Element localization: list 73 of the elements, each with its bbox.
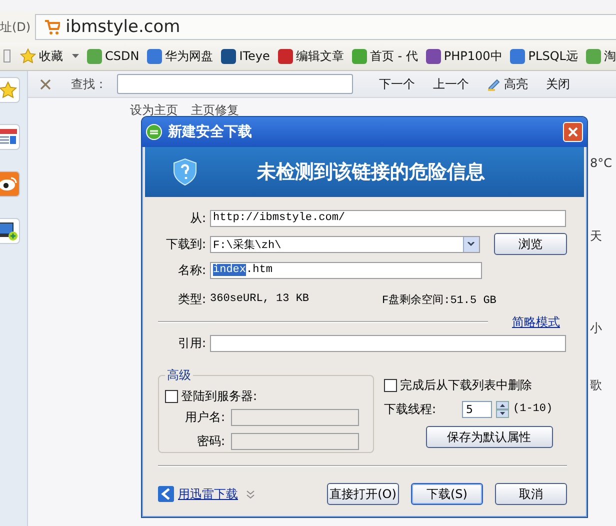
field-label: 用户名: <box>184 408 225 426</box>
bookmark-link[interactable]: ITeye <box>221 48 270 64</box>
bookmark-link[interactable]: 编辑文章 <box>278 48 344 64</box>
news-button[interactable] <box>0 124 20 150</box>
page-text: 8°C <box>590 156 614 170</box>
folder-dropdown[interactable]: F:\采集\zh\ <box>210 236 480 252</box>
dialog-title: 新建安全下载 <box>168 123 253 141</box>
cart-icon <box>44 19 60 35</box>
find-button[interactable]: 高亮 <box>483 76 532 92</box>
chevron-icon <box>467 242 476 246</box>
find-button[interactable]: 上一个 <box>429 76 473 92</box>
field-label: 下载线程: <box>384 400 438 418</box>
star-icon <box>20 48 36 64</box>
username-field[interactable] <box>231 408 359 426</box>
bookmark-link[interactable]: 华为网盘 <box>147 48 214 64</box>
browse-button[interactable]: 浏览 <box>494 233 567 255</box>
simple-mode-link[interactable]: 简略模式 <box>512 314 560 330</box>
threads-field[interactable]: 5 <box>462 400 492 418</box>
pencil-icon <box>487 77 501 91</box>
field-label: 引用: <box>176 334 206 352</box>
favorites-button[interactable] <box>0 77 20 103</box>
caret-icon <box>72 54 79 58</box>
laptop-icon <box>0 221 18 241</box>
find-field[interactable] <box>117 74 353 94</box>
bookmark-link[interactable]: PHP100中 <box>426 48 502 64</box>
group-title: 高级 <box>166 367 192 384</box>
bookmark-link[interactable]: CSDN <box>87 48 140 64</box>
find-label: 查找： <box>71 76 107 92</box>
save-default-button[interactable]: 保存为默认属性 <box>426 426 553 448</box>
field-label: 密码: <box>196 432 225 450</box>
expand-icon[interactable] <box>246 490 255 498</box>
back-icon[interactable] <box>2 48 12 64</box>
eye-icon <box>0 177 17 191</box>
weibo-button[interactable] <box>0 171 20 197</box>
referer-field[interactable] <box>210 334 566 352</box>
close-icon[interactable] <box>40 78 51 90</box>
address-label: 址(D) <box>0 18 31 36</box>
shield-icon <box>173 158 197 186</box>
login-checkbox[interactable]: 登陆到服务器: <box>165 388 367 405</box>
thunder-icon <box>158 486 174 502</box>
remove-checkbox[interactable]: 完成后从下载列表中删除 <box>384 377 553 394</box>
find-button[interactable]: 下一个 <box>375 76 419 92</box>
field-label: 从: <box>188 210 206 226</box>
star-icon <box>0 81 17 99</box>
bookmark-link[interactable]: 淘 <box>586 48 616 64</box>
password-field[interactable] <box>231 432 359 450</box>
bookmark-link[interactable]: 首页 - 代 <box>352 48 418 64</box>
filename-field[interactable]: index.htm <box>210 262 482 278</box>
address-field[interactable]: ibmstyle.com <box>34 14 616 40</box>
find-button[interactable]: 关闭 <box>542 76 574 92</box>
close-button[interactable] <box>563 122 583 142</box>
close-icon <box>568 127 578 137</box>
field-label: 名称: <box>176 262 206 278</box>
bookmark-link[interactable]: PLSQL远 <box>510 48 578 64</box>
banner-text: 未检测到该链接的危险信息 <box>257 160 485 185</box>
add-device-button[interactable] <box>0 218 20 244</box>
range-text: (1-10) <box>513 403 553 415</box>
free-space-info: F盘剩余空间:51.5 GB <box>382 292 496 306</box>
url-field[interactable]: http://ibmstyle.com/ <box>210 210 566 226</box>
dialog-button[interactable]: 取消 <box>495 483 567 505</box>
dialog-button[interactable]: 下载(S) <box>411 483 483 505</box>
dialog-button[interactable]: 直接打开(O) <box>327 483 399 505</box>
page-text: 天 <box>590 228 603 245</box>
field-label: 下载到: <box>164 236 206 252</box>
type-info: 360seURL, 13 KB <box>210 293 310 305</box>
page-text: 歌 <box>590 377 603 394</box>
page-text: 小 <box>590 320 603 337</box>
spinner-icon[interactable] <box>496 400 509 418</box>
news-icon <box>0 128 17 146</box>
field-label: 类型: <box>176 290 206 308</box>
thunder-link[interactable]: 用迅雷下载 <box>178 486 238 502</box>
bookmark-link[interactable]: 收藏 <box>20 48 79 64</box>
app-icon <box>146 124 162 140</box>
